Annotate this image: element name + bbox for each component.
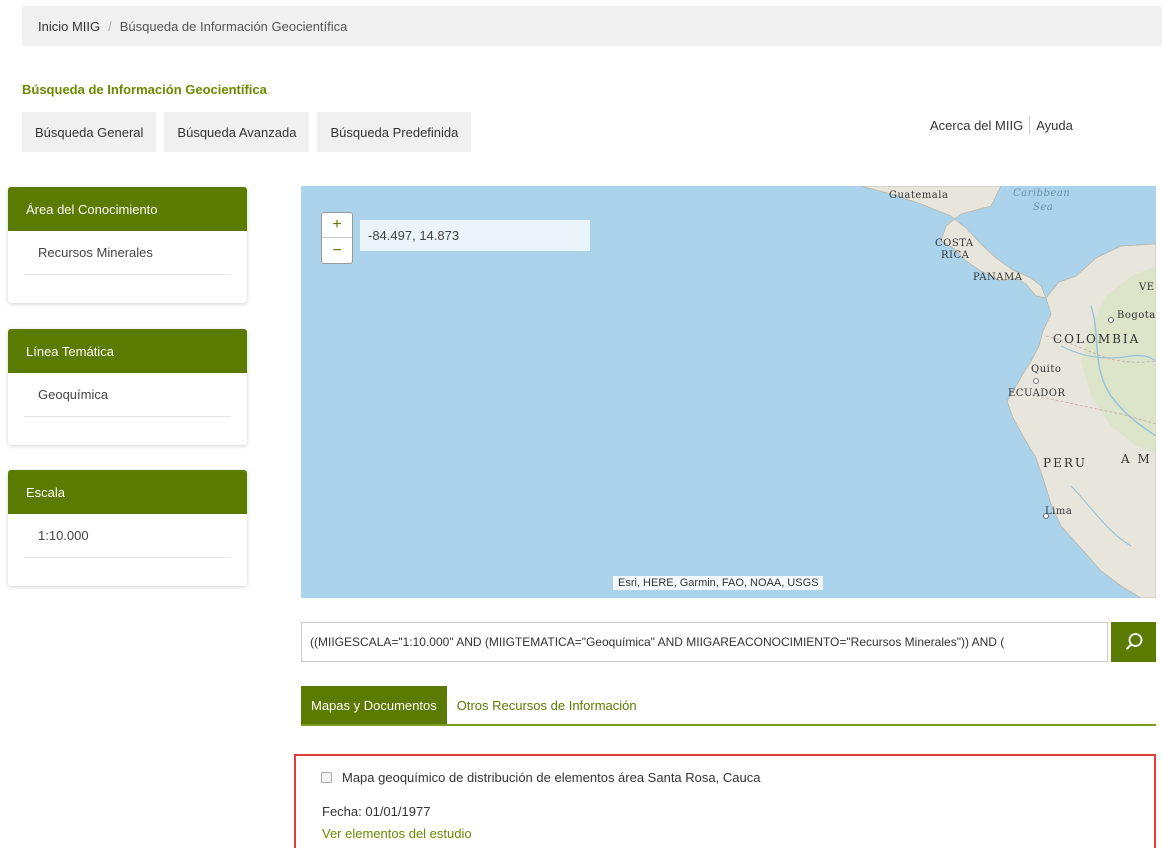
map-label-sea: Sea: [1033, 202, 1054, 213]
facet-value[interactable]: Recursos Minerales: [24, 231, 231, 275]
query-search-bar: ((MIIGESCALA="1:10.000" AND (MIIGTEMATIC…: [301, 622, 1156, 662]
link-divider: [1029, 116, 1031, 134]
view-study-elements-link[interactable]: Ver elementos del estudio: [322, 826, 472, 841]
breadcrumb-current: Búsqueda de Información Geocientífica: [119, 18, 348, 34]
search-button[interactable]: [1111, 622, 1156, 662]
zoom-control: + −: [321, 212, 353, 264]
breadcrumb-home-link[interactable]: Inicio MIIG: [38, 19, 100, 34]
top-links: Acerca del MIIG Ayuda: [930, 116, 1073, 134]
map-attribution: Esri, HERE, Garmin, FAO, NOAA, USGS: [613, 576, 824, 590]
map-label-lima: Lima: [1045, 506, 1073, 517]
map-label-caribbean: Caribbean: [1013, 188, 1071, 199]
help-link[interactable]: Ayuda: [1036, 118, 1073, 133]
zoom-out-button[interactable]: −: [322, 238, 352, 263]
result-checkbox[interactable]: [321, 772, 332, 783]
facet-escala: Escala 1:10.000: [8, 470, 247, 586]
map-label-peru: PERU: [1043, 456, 1087, 470]
map-view[interactable]: Guatemala Caribbean Sea COSTA RICA PANAM…: [301, 186, 1156, 598]
map-label-guatemala: Guatemala: [889, 190, 949, 201]
result-title-row: Mapa geoquímico de distribución de eleme…: [321, 770, 760, 785]
tab-mapas-documentos[interactable]: Mapas y Documentos: [301, 686, 447, 724]
map-label-am: A M: [1121, 452, 1152, 466]
tab-busqueda-avanzada[interactable]: Búsqueda Avanzada: [164, 112, 310, 152]
facet-area-conocimiento: Área del Conocimiento Recursos Minerales: [8, 187, 247, 303]
result-title: Mapa geoquímico de distribución de eleme…: [342, 770, 761, 785]
facet-value[interactable]: 1:10.000: [24, 514, 231, 558]
map-label-ve: VE: [1139, 282, 1155, 293]
map-label-bogota: Bogota: [1117, 310, 1156, 321]
facet-linea-tematica: Línea Temática Geoquímica: [8, 329, 247, 445]
tab-otros-recursos[interactable]: Otros Recursos de Información: [447, 686, 647, 724]
tab-busqueda-predefinida[interactable]: Búsqueda Predefinida: [317, 112, 472, 152]
query-input[interactable]: ((MIIGESCALA="1:10.000" AND (MIIGTEMATIC…: [301, 622, 1108, 662]
map-label-colombia: COLOMBIA: [1053, 332, 1141, 346]
map-label-costa: COSTA: [935, 238, 974, 249]
about-link[interactable]: Acerca del MIIG: [930, 118, 1023, 133]
breadcrumb: Inicio MIIG / Búsqueda de Información Ge…: [22, 6, 1162, 46]
facet-title[interactable]: Línea Temática: [8, 329, 247, 373]
page-title: Búsqueda de Información Geocientífica: [22, 82, 267, 97]
map-label-rica: RICA: [941, 250, 970, 261]
facet-value[interactable]: Geoquímica: [24, 373, 231, 417]
zoom-in-button[interactable]: +: [322, 213, 352, 238]
map-label-quito: Quito: [1031, 364, 1062, 375]
tab-busqueda-general[interactable]: Búsqueda General: [22, 112, 157, 152]
result-date: Fecha: 01/01/1977: [322, 804, 431, 819]
coordinate-readout: -84.497, 14.873: [360, 220, 590, 251]
result-item: Mapa geoquímico de distribución de eleme…: [294, 754, 1156, 848]
search-type-tabs: Búsqueda General Búsqueda Avanzada Búsqu…: [22, 112, 472, 152]
breadcrumb-separator: /: [108, 18, 112, 34]
facet-title[interactable]: Escala: [8, 470, 247, 514]
result-tabs: Mapas y Documentos Otros Recursos de Inf…: [301, 686, 1156, 726]
map-label-ecuador: ECUADOR: [1008, 388, 1066, 399]
facet-title[interactable]: Área del Conocimiento: [8, 187, 247, 231]
map-label-panama: PANAMA: [973, 272, 1023, 283]
search-icon: [1125, 633, 1142, 650]
